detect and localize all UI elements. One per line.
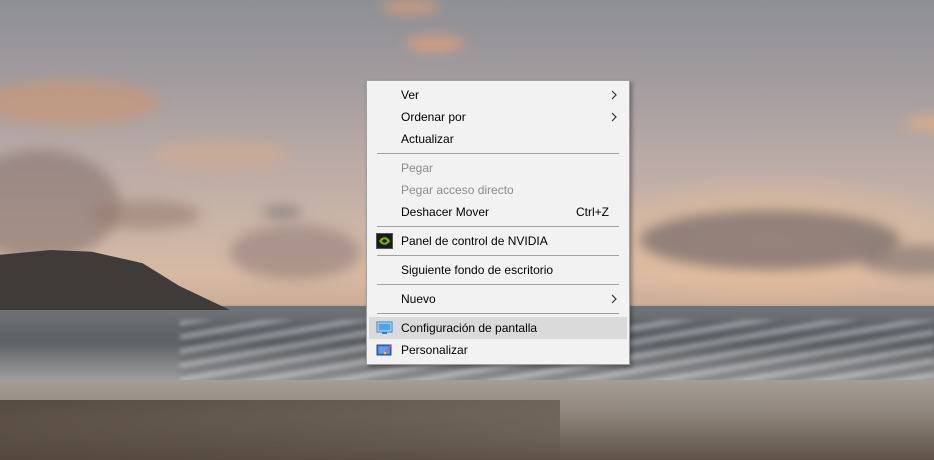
menu-separator	[377, 153, 619, 154]
cloud	[405, 36, 465, 52]
cloud	[90, 200, 200, 230]
personalize-icon	[376, 344, 392, 356]
chevron-right-icon	[611, 112, 617, 122]
menu-item-label: Ver	[401, 88, 420, 102]
cloud	[150, 140, 290, 170]
menu-separator	[377, 284, 619, 285]
desktop-context-menu: Ver Ordenar por Actualizar Pegar Pegar a…	[366, 80, 630, 365]
menu-item-label: Nuevo	[401, 292, 436, 306]
menu-item-nvidia-panel[interactable]: Panel de control de NVIDIA	[369, 230, 627, 252]
cloud	[0, 80, 160, 125]
menu-item-label: Deshacer Mover	[401, 205, 490, 219]
menu-item-label: Personalizar	[401, 343, 468, 357]
menu-item-ordenar-por[interactable]: Ordenar por	[369, 106, 627, 128]
wet-sand	[0, 400, 560, 460]
menu-item-deshacer-mover[interactable]: Deshacer Mover Ctrl+Z	[369, 201, 627, 223]
menu-item-ver[interactable]: Ver	[369, 84, 627, 106]
menu-item-personalizar[interactable]: Personalizar	[369, 339, 627, 361]
menu-separator	[377, 226, 619, 227]
menu-item-shortcut: Ctrl+Z	[576, 205, 609, 219]
cliff	[0, 250, 230, 310]
cloud	[905, 115, 934, 131]
menu-item-configuracion-pantalla[interactable]: Configuración de pantalla	[369, 317, 627, 339]
cloud	[262, 207, 302, 217]
menu-item-label: Panel de control de NVIDIA	[401, 234, 548, 248]
display-settings-icon	[376, 321, 393, 334]
nvidia-icon	[376, 233, 393, 249]
desktop[interactable]: Ver Ordenar por Actualizar Pegar Pegar a…	[0, 0, 934, 460]
menu-item-nuevo[interactable]: Nuevo	[369, 288, 627, 310]
cloud	[230, 225, 360, 280]
menu-item-pegar-acceso-directo[interactable]: Pegar acceso directo	[369, 179, 627, 201]
menu-item-label: Pegar acceso directo	[401, 183, 514, 197]
menu-item-pegar[interactable]: Pegar	[369, 157, 627, 179]
menu-item-siguiente-fondo[interactable]: Siguiente fondo de escritorio	[369, 259, 627, 281]
menu-item-label: Actualizar	[401, 132, 454, 146]
chevron-right-icon	[611, 90, 617, 100]
menu-item-label: Configuración de pantalla	[401, 321, 538, 335]
cloud	[380, 0, 440, 14]
menu-item-label: Pegar	[401, 161, 434, 175]
chevron-right-icon	[611, 294, 617, 304]
menu-separator	[377, 255, 619, 256]
menu-item-actualizar[interactable]: Actualizar	[369, 128, 627, 150]
menu-item-label: Ordenar por	[401, 110, 466, 124]
menu-separator	[377, 313, 619, 314]
menu-item-label: Siguiente fondo de escritorio	[401, 263, 554, 277]
